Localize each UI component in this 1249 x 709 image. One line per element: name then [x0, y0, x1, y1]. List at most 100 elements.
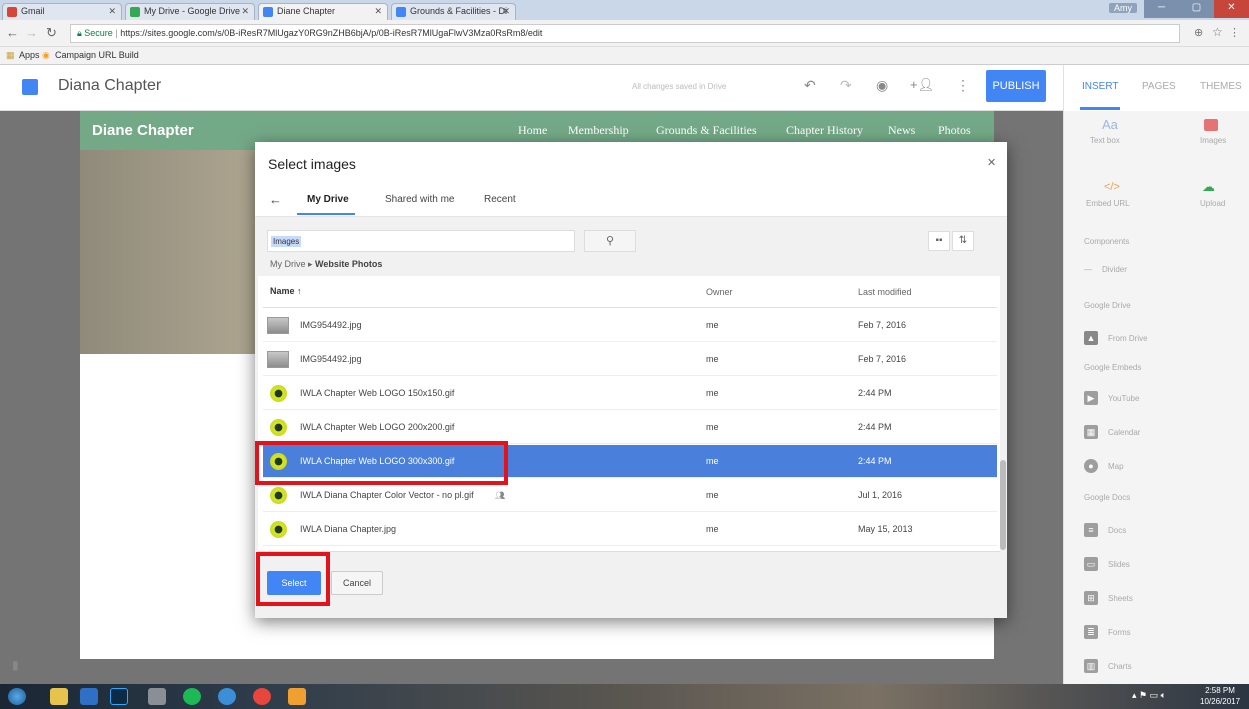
star-icon[interactable]: ☆	[1212, 25, 1223, 39]
close-tab-icon[interactable]: ✕	[502, 4, 510, 19]
reload-icon[interactable]: ↻	[46, 25, 57, 41]
col-modified: Last modified	[858, 287, 912, 297]
breadcrumb-separator-icon: ▸	[308, 259, 316, 269]
upload-icon: ☁	[1202, 179, 1215, 194]
nav-home[interactable]: Home	[518, 123, 547, 138]
section-google-embeds[interactable]: Google Embeds	[1084, 363, 1141, 372]
calendar-icon: ▦	[1084, 425, 1098, 439]
start-icon[interactable]	[8, 688, 26, 705]
file-row[interactable]: IWLA Chapter Web LOGO 150x150.gif me 2:44 …	[263, 377, 997, 410]
tab-recent[interactable]: Recent	[484, 194, 516, 205]
close-icon[interactable]: ✕	[987, 156, 996, 169]
insert-divider[interactable]: — Divider	[1084, 265, 1127, 274]
dropbox-icon[interactable]	[80, 688, 98, 705]
app-icon[interactable]	[288, 688, 306, 705]
photoshop-icon[interactable]	[110, 688, 128, 705]
bookmark-campaign[interactable]: Campaign URL Build	[55, 47, 139, 64]
close-tab-icon[interactable]: ✕	[241, 4, 249, 19]
spotify-icon[interactable]	[183, 688, 201, 705]
cancel-button[interactable]: Cancel	[331, 571, 383, 595]
sheets-icon: ⊞	[1084, 591, 1098, 605]
tab-my-drive[interactable]: My Drive	[307, 194, 349, 205]
tab-grounds[interactable]: Grounds & Facilities - Di ✕	[391, 3, 516, 20]
insert-upload[interactable]: Upload	[1200, 199, 1225, 208]
close-tab-icon[interactable]: ✕	[374, 4, 382, 19]
tab-gmail[interactable]: Gmail ✕	[2, 3, 122, 20]
ie-icon[interactable]	[218, 688, 236, 705]
insert-charts[interactable]: ▥ Charts	[1084, 659, 1132, 673]
user-badge[interactable]: Amy	[1109, 3, 1137, 13]
grid-view-icon[interactable]: ▪▪	[928, 231, 950, 251]
tab-diane-chapter[interactable]: Diane Chapter ✕	[258, 3, 388, 20]
insert-images[interactable]: Images	[1200, 136, 1226, 145]
insert-embed[interactable]: Embed URL	[1086, 199, 1130, 208]
breadcrumb-root[interactable]: My Drive	[270, 259, 306, 269]
tab-drive[interactable]: My Drive - Google Drive ✕	[125, 3, 255, 20]
sort-icon[interactable]: ⇅	[952, 231, 974, 251]
section-google-drive[interactable]: Google Drive	[1084, 301, 1131, 310]
feedback-icon[interactable]: ▮	[12, 658, 19, 672]
close-tab-icon[interactable]: ✕	[108, 4, 116, 19]
maximize-icon[interactable]: ▢	[1179, 0, 1214, 18]
tab-insert[interactable]: INSERT	[1082, 81, 1119, 92]
insert-youtube[interactable]: ▶ YouTube	[1084, 391, 1139, 405]
tab-shared-with-me[interactable]: Shared with me	[385, 194, 454, 205]
search-button[interactable]: ⚲	[584, 230, 636, 252]
file-row[interactable]: IWLA Chapter Web LOGO 200x200.gif me 2:44 …	[263, 411, 997, 444]
file-modified: 2:44 PM	[858, 388, 892, 398]
insert-docs[interactable]: ≡ Docs	[1084, 523, 1126, 537]
preview-icon[interactable]: ◉	[876, 77, 888, 94]
file-row[interactable]: IMG954492.jpg me Feb 7, 2016	[263, 343, 997, 376]
section-components[interactable]: Components	[1084, 237, 1129, 246]
redo-icon[interactable]: ↷	[840, 77, 852, 94]
nav-membership[interactable]: Membership	[568, 123, 629, 138]
file-owner: me	[706, 456, 719, 466]
scrollbar[interactable]	[1000, 460, 1006, 550]
logo-thumbnail-icon	[270, 385, 287, 402]
bookmark-apps[interactable]: Apps	[19, 47, 40, 64]
forward-icon[interactable]: →	[25, 25, 38, 40]
site-title[interactable]: Diane Chapter	[92, 122, 194, 139]
tab-label: My Drive - Google Drive	[144, 6, 241, 16]
zoom-icon[interactable]: ⊕	[1194, 26, 1203, 39]
clock[interactable]: 2:58 PM 10/26/2017	[1200, 685, 1240, 707]
file-modified: May 15, 2013	[858, 524, 913, 534]
back-icon[interactable]: ←	[6, 25, 19, 40]
tab-pages[interactable]: PAGES	[1142, 81, 1176, 92]
chrome-icon[interactable]	[253, 688, 271, 705]
site-name[interactable]: Diana Chapter	[58, 77, 161, 95]
nav-photos[interactable]: Photos	[938, 123, 971, 138]
secure-label: Secure	[84, 28, 113, 38]
explorer-icon[interactable]	[50, 688, 68, 705]
nav-history[interactable]: Chapter History	[786, 123, 863, 138]
app-icon[interactable]	[148, 688, 166, 705]
minimize-icon[interactable]: ─	[1144, 0, 1179, 18]
insert-textbox[interactable]: Text box	[1090, 136, 1120, 145]
insert-slides[interactable]: ▭ Slides	[1084, 557, 1130, 571]
section-google-docs[interactable]: Google Docs	[1084, 493, 1130, 502]
file-row[interactable]: IWLA Diana Chapter.jpg me May 15, 2013	[263, 513, 997, 546]
share-icon[interactable]: +👤︎	[910, 77, 934, 93]
insert-forms[interactable]: ≣ Forms	[1084, 625, 1131, 639]
nav-grounds[interactable]: Grounds & Facilities	[656, 123, 757, 138]
search-input[interactable]: Images	[267, 230, 575, 252]
tray-icons[interactable]: ▴ ⚑ ▭ 🔈︎	[1132, 690, 1166, 701]
insert-sheets[interactable]: ⊞ Sheets	[1084, 591, 1133, 605]
tab-themes[interactable]: THEMES	[1200, 81, 1242, 92]
nav-news[interactable]: News	[888, 123, 915, 138]
col-name[interactable]: Name ↑	[270, 286, 302, 296]
url-field[interactable]: 🔒︎ Secure | https://sites.google.com/s/0…	[70, 24, 1180, 43]
insert-map[interactable]: ● Map	[1084, 459, 1124, 473]
campaign-icon: ◉	[42, 50, 50, 60]
more-icon[interactable]: ⋮	[956, 77, 970, 94]
youtube-icon: ▶	[1084, 391, 1098, 405]
breadcrumb-current[interactable]: Website Photos	[315, 259, 382, 269]
file-row[interactable]: IMG954492.jpg me Feb 7, 2016	[263, 309, 997, 342]
insert-calendar[interactable]: ▦ Calendar	[1084, 425, 1140, 439]
back-arrow-icon[interactable]: ←	[269, 192, 282, 207]
close-window-icon[interactable]: ✕	[1214, 0, 1249, 18]
publish-button[interactable]: PUBLISH	[986, 70, 1046, 102]
menu-icon[interactable]: ⋮	[1229, 26, 1240, 39]
insert-from-drive[interactable]: ▲ From Drive	[1084, 331, 1148, 345]
undo-icon[interactable]: ↶	[804, 77, 816, 94]
